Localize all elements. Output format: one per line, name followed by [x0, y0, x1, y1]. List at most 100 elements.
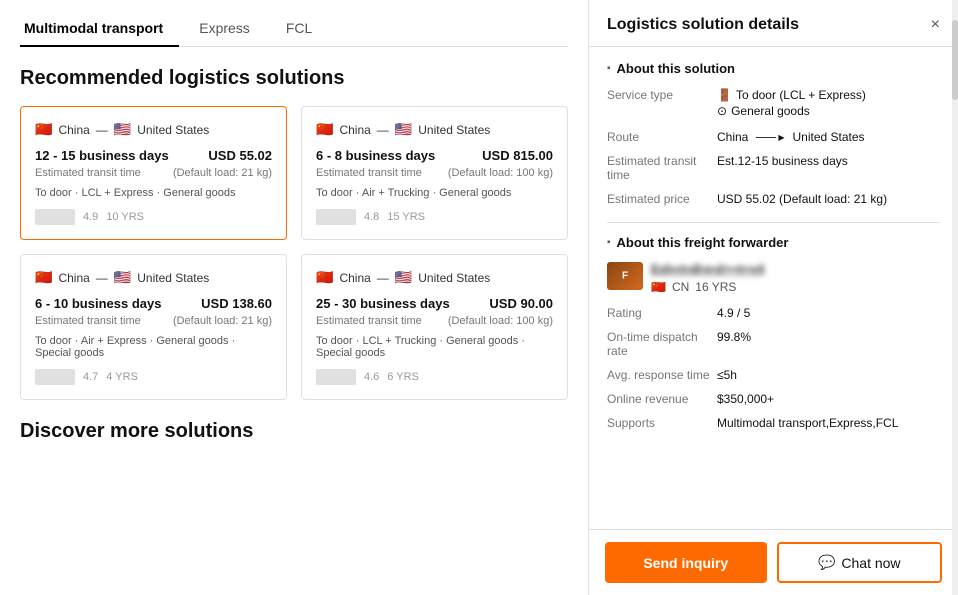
transit-label: Estimated transit time: [607, 154, 717, 182]
forwarder-name[interactable]: Esh•rt•dl•e•d+••t••v4: [651, 262, 764, 276]
tab-multimodal[interactable]: Multimodal transport: [20, 12, 179, 46]
supports-value: Multimodal transport,Express,FCL: [717, 416, 940, 430]
dispatch-label: On-time dispatch rate: [607, 330, 717, 358]
card2-price-note: (Default load: 100 kg): [448, 167, 553, 179]
rating-label: Rating: [607, 306, 717, 320]
card3-years: 4 YRS: [106, 371, 138, 383]
card1-price: USD 55.02: [208, 148, 272, 163]
card1-route-from: China: [58, 123, 89, 137]
forwarder-years: 16 YRS: [695, 280, 736, 294]
chat-now-button[interactable]: 💬 Chat now: [777, 542, 943, 583]
forwarder-avatar: [607, 262, 643, 290]
logistics-card-1[interactable]: 🇨🇳 China — 🇺🇸 United States 12 - 15 busi…: [20, 106, 287, 240]
transit-value: Est.12-15 business days: [717, 154, 940, 168]
card4-rating: 4.6: [364, 371, 379, 383]
card3-flag-from: 🇨🇳: [35, 269, 52, 286]
about-forwarder-label: About this freight forwarder: [617, 235, 789, 250]
response-row: Avg. response time ≤5h: [607, 368, 940, 382]
card4-main: 25 - 30 business days USD 90.00: [316, 296, 553, 311]
price-label: Estimated price: [607, 192, 717, 206]
card4-flag-to: 🇺🇸: [395, 269, 412, 286]
logistics-card-4[interactable]: 🇨🇳 China — 🇺🇸 United States 25 - 30 busi…: [301, 254, 568, 400]
close-button[interactable]: ×: [931, 17, 940, 33]
route-arrow-symbol: ▶: [756, 133, 784, 142]
scrollbar-thumb[interactable]: [952, 20, 958, 100]
card1-route: 🇨🇳 China — 🇺🇸 United States: [35, 121, 272, 138]
card2-route: 🇨🇳 China — 🇺🇸 United States: [316, 121, 553, 138]
dispatch-row: On-time dispatch rate 99.8%: [607, 330, 940, 358]
logistics-card-2[interactable]: 🇨🇳 China — 🇺🇸 United States 6 - 8 busine…: [301, 106, 568, 240]
chat-label: Chat now: [841, 555, 900, 571]
door-icon: 🚪: [717, 88, 732, 102]
card3-tags: To door · Air + Express · General goods …: [35, 335, 272, 359]
card3-footer: 4.7 4 YRS: [35, 369, 272, 385]
rating-row: Rating 4.9 / 5: [607, 306, 940, 320]
panel-body: About this solution Service type 🚪 To do…: [589, 47, 958, 529]
card3-route-from: China: [58, 271, 89, 285]
price-value: USD 55.02 (Default load: 21 kg): [717, 192, 940, 206]
send-inquiry-button[interactable]: Send inquiry: [605, 542, 767, 583]
service-type-row: Service type 🚪 To door (LCL + Express) ⊙…: [607, 88, 940, 120]
card4-forwarder-logo: [316, 369, 356, 385]
about-solution-label: About this solution: [617, 61, 735, 76]
service-line2: ⊙ General goods: [717, 104, 940, 118]
tab-bar: Multimodal transport Express FCL: [20, 0, 568, 47]
card1-transit: 12 - 15 business days: [35, 148, 169, 163]
dispatch-value: 99.8%: [717, 330, 940, 344]
card3-flag-to: 🇺🇸: [114, 269, 131, 286]
cards-grid: 🇨🇳 China — 🇺🇸 United States 12 - 15 busi…: [20, 106, 568, 400]
card2-forwarder-logo: [316, 209, 356, 225]
card1-route-to: United States: [137, 123, 209, 137]
route-arrow: China ▶ United States: [717, 130, 865, 144]
service-type-text2: General goods: [731, 104, 810, 118]
card4-route-to: United States: [418, 271, 490, 285]
chat-icon: 💬: [818, 554, 835, 571]
card4-price: USD 90.00: [489, 296, 553, 311]
route-label: Route: [607, 130, 717, 144]
card4-transit-label: Estimated transit time: [316, 315, 422, 327]
transit-row: Estimated transit time Est.12-15 busines…: [607, 154, 940, 182]
side-panel: Logistics solution details × About this …: [588, 0, 958, 595]
panel-footer: Send inquiry 💬 Chat now: [589, 529, 958, 595]
panel-title: Logistics solution details: [607, 16, 799, 34]
card3-route-to: United States: [137, 271, 209, 285]
card1-years: 10 YRS: [106, 211, 144, 223]
about-solution-heading: About this solution: [607, 61, 940, 76]
divider-1: [607, 222, 940, 223]
card3-arrow: —: [96, 271, 108, 285]
card3-sub: Estimated transit time (Default load: 21…: [35, 315, 272, 327]
service-type-value: 🚪 To door (LCL + Express) ⊙ General good…: [717, 88, 940, 120]
card2-footer: 4.8 15 YRS: [316, 209, 553, 225]
tab-express[interactable]: Express: [195, 12, 266, 46]
service-type-text1: To door (LCL + Express): [736, 88, 866, 102]
card3-transit: 6 - 10 business days: [35, 296, 161, 311]
card2-tags: To door · Air + Trucking · General goods: [316, 187, 553, 199]
card4-route-from: China: [339, 271, 370, 285]
card4-years: 6 YRS: [387, 371, 419, 383]
card1-arrow: —: [96, 123, 108, 137]
tab-fcl[interactable]: FCL: [282, 12, 328, 46]
card3-transit-label: Estimated transit time: [35, 315, 141, 327]
card1-footer: 4.9 10 YRS: [35, 209, 272, 225]
card2-transit: 6 - 8 business days: [316, 148, 435, 163]
card4-arrow: —: [377, 271, 389, 285]
about-forwarder-heading: About this freight forwarder: [607, 235, 940, 250]
card4-transit: 25 - 30 business days: [316, 296, 450, 311]
revenue-value: $350,000+: [717, 392, 940, 406]
panel-header: Logistics solution details ×: [589, 0, 958, 47]
card1-main: 12 - 15 business days USD 55.02: [35, 148, 272, 163]
card2-arrow: —: [377, 123, 389, 137]
forwarder-details: Esh•rt•dl•e•d+••t••v4 🇨🇳 CN 16 YRS: [651, 262, 764, 294]
logistics-card-3[interactable]: 🇨🇳 China — 🇺🇸 United States 6 - 10 busin…: [20, 254, 287, 400]
card3-rating: 4.7: [83, 371, 98, 383]
card4-tags: To door · LCL + Trucking · General goods…: [316, 335, 553, 359]
card3-route: 🇨🇳 China — 🇺🇸 United States: [35, 269, 272, 286]
forwarder-flag: 🇨🇳: [651, 280, 666, 294]
scrollbar-track: [952, 0, 958, 595]
card4-flag-from: 🇨🇳: [316, 269, 333, 286]
card1-flag-from: 🇨🇳: [35, 121, 52, 138]
route-to: United States: [793, 130, 865, 144]
revenue-row: Online revenue $350,000+: [607, 392, 940, 406]
route-value: China ▶ United States: [717, 130, 940, 144]
card2-route-to: United States: [418, 123, 490, 137]
